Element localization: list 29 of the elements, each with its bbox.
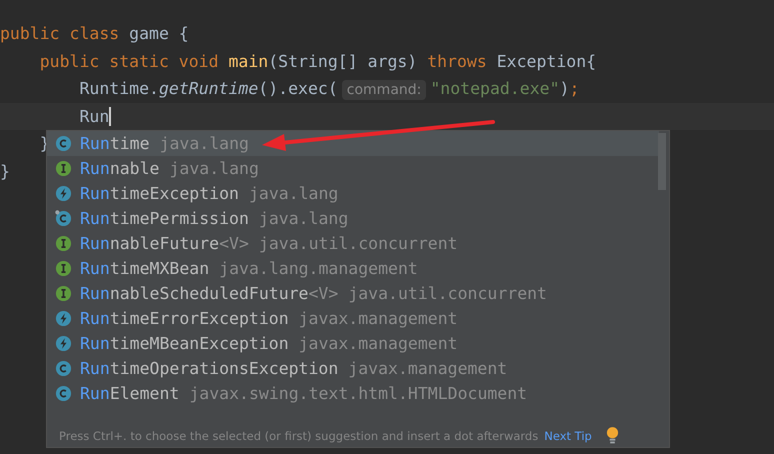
- suggestion-item[interactable]: Runnable java.lang: [47, 156, 659, 181]
- tip-text: Press Ctrl+. to choose the selected (or first) suggestion and insert a dot afterwards: [59, 428, 538, 442]
- class-icon: [55, 135, 72, 152]
- lightning-icon: [55, 335, 72, 352]
- lightbulb-icon: [606, 426, 619, 445]
- class-icon: [55, 360, 72, 377]
- suggestion-item[interactable]: RunElement javax.swing.text.html.HTMLDocument: [47, 381, 659, 406]
- suggestion-item[interactable]: RunnableScheduledFuture<V> java.util.concurrent: [47, 281, 659, 306]
- code-line: public class game {: [0, 23, 189, 45]
- interface-icon: [55, 235, 72, 252]
- next-tip-link[interactable]: Next Tip: [544, 428, 592, 442]
- suggestion-item[interactable]: Runtime java.lang: [47, 131, 659, 156]
- suggestion-item[interactable]: RuntimeException java.lang: [47, 181, 659, 206]
- interface-icon: [55, 160, 72, 177]
- suggestion-item[interactable]: RuntimeMBeanException javax.management: [47, 331, 659, 356]
- lightning-icon: [55, 310, 72, 327]
- code-line: }: [0, 160, 10, 182]
- lightning-icon: [55, 185, 72, 202]
- class-icon: [55, 385, 72, 402]
- code-line: public static void main(String[] args) throws Exception{: [38, 50, 596, 72]
- interface-icon: [55, 260, 72, 277]
- code-line: Runtime.getRuntime().exec( command: "notepad.exe");: [78, 78, 580, 102]
- suggestion-item[interactable]: RuntimeOperationsException javax.management: [47, 356, 659, 381]
- suggestion-item[interactable]: RunnableFuture<V> java.util.concurrent: [47, 231, 659, 256]
- pinned-class-icon: [55, 210, 72, 227]
- suggestion-item[interactable]: RuntimeErrorException javax.management: [47, 306, 659, 331]
- interface-icon: [55, 285, 72, 302]
- suggestion-item[interactable]: RuntimePermission java.lang: [47, 206, 659, 231]
- suggestion-item[interactable]: RuntimeMXBean java.lang.management: [47, 256, 659, 281]
